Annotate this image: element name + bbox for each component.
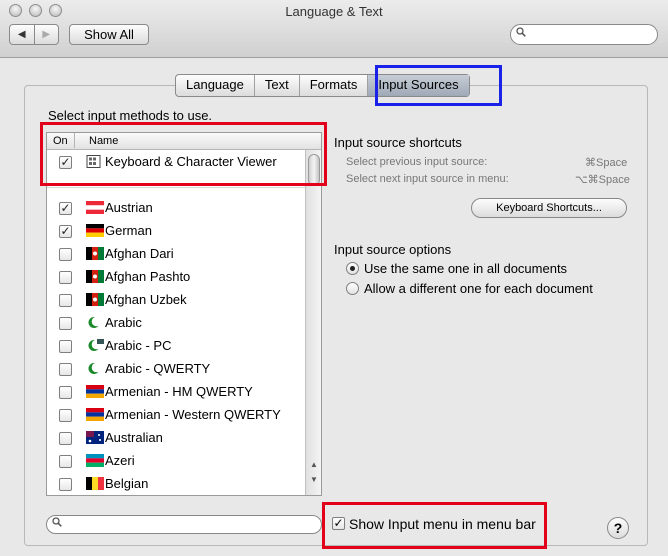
checkbox[interactable] — [59, 317, 72, 330]
show-all-button[interactable]: Show All — [69, 24, 149, 45]
input-methods-list: On Name ✓ Keyboard & Character Viewer ✓ … — [46, 132, 322, 496]
search-input[interactable] — [510, 24, 658, 45]
armenia-flag-icon — [86, 408, 104, 421]
search-icon — [516, 27, 526, 40]
australia-flag-icon — [86, 431, 104, 444]
options-heading: Input source options — [334, 242, 452, 257]
list-item-german[interactable]: ✓ German — [47, 220, 305, 243]
prev-source-label: Select previous input source: — [346, 156, 488, 168]
scroll-up-arrow-icon[interactable]: ▲ — [310, 460, 318, 469]
afghanistan-flag-icon — [86, 247, 104, 260]
prev-source-key: ⌘Space — [585, 157, 628, 169]
list-item-arabic-qwerty[interactable]: Arabic - QWERTY — [47, 358, 305, 381]
checkbox[interactable] — [59, 248, 72, 261]
forward-button[interactable]: ▶ — [33, 25, 59, 44]
checkbox[interactable] — [59, 478, 72, 491]
radio-different-label: Allow a different one for each document — [364, 281, 593, 296]
list-item-armenian-hm[interactable]: Armenian - HM QWERTY — [47, 381, 305, 404]
list-item-australian[interactable]: Australian — [47, 427, 305, 450]
belgium-flag-icon — [86, 477, 104, 490]
austria-flag-icon — [86, 201, 104, 214]
azerbaijan-flag-icon — [86, 454, 104, 467]
crescent-icon — [88, 316, 102, 328]
tab-text[interactable]: Text — [253, 75, 299, 96]
radio-same-all-documents[interactable] — [346, 262, 359, 275]
checkbox[interactable] — [59, 340, 72, 353]
help-button[interactable]: ? — [607, 517, 629, 539]
list-item-label: Australian — [105, 430, 163, 445]
nav-back-forward: ◀ ▶ — [9, 24, 59, 45]
checkbox[interactable] — [59, 409, 72, 422]
title-bar: Language & Text ◀ ▶ Show All — [0, 0, 668, 58]
crescent-icon — [88, 339, 104, 351]
checkbox[interactable] — [59, 294, 72, 307]
list-item-afghan-uzbek[interactable]: Afghan Uzbek — [47, 289, 305, 312]
list-item-label: Belgian — [105, 476, 149, 491]
list-item-label: Arabic - PC — [105, 338, 172, 353]
afghanistan-flag-icon — [86, 270, 104, 283]
checkbox[interactable]: ✓ — [59, 225, 72, 238]
shortcuts-heading: Input source shortcuts — [334, 135, 462, 150]
list-item-label: Afghan Dari — [105, 246, 174, 261]
list-item-label: Afghan Uzbek — [105, 292, 187, 307]
highlight-input-sources-tab — [375, 65, 502, 106]
highlight-show-input-menu — [322, 502, 547, 549]
scroll-down-arrow-icon[interactable]: ▼ — [310, 475, 318, 484]
preferences-window: Language & Text ◀ ▶ Show All Language Te… — [0, 0, 668, 556]
list-item-label: Azeri — [105, 453, 135, 468]
list-item-label: Austrian — [105, 200, 153, 215]
list-item-label: Arabic - QWERTY — [105, 361, 211, 376]
list-item-label: Armenian - Western QWERTY — [105, 407, 281, 422]
crescent-icon — [88, 362, 102, 374]
list-item-label: Armenian - HM QWERTY — [105, 384, 253, 399]
list-item-afghan-pashto[interactable]: Afghan Pashto — [47, 266, 305, 289]
list-item-label: Arabic — [105, 315, 142, 330]
radio-different-each-document[interactable] — [346, 282, 359, 295]
keyboard-shortcuts-button[interactable]: Keyboard Shortcuts... — [471, 198, 627, 218]
tab-language[interactable]: Language — [176, 75, 254, 96]
checkbox[interactable] — [59, 386, 72, 399]
list-item-label: Afghan Pashto — [105, 269, 191, 284]
list-item-label: German — [105, 223, 152, 238]
radio-same-label: Use the same one in all documents — [364, 261, 568, 276]
back-button[interactable]: ◀ — [10, 25, 34, 44]
checkbox[interactable] — [59, 455, 72, 468]
checkbox[interactable] — [59, 271, 72, 284]
list-item-armenian-western[interactable]: Armenian - Western QWERTY — [47, 404, 305, 427]
window-title: Language & Text — [285, 4, 383, 19]
checkbox[interactable] — [59, 363, 72, 376]
list-item-azeri[interactable]: Azeri — [47, 450, 305, 473]
list-item-austrian[interactable]: ✓ Austrian — [47, 197, 305, 220]
list-item-arabic-pc[interactable]: Arabic - PC — [47, 335, 305, 358]
search-icon — [52, 517, 62, 530]
afghanistan-flag-icon — [86, 293, 104, 306]
next-source-label: Select next input source in menu: — [346, 173, 509, 185]
tab-formats[interactable]: Formats — [298, 75, 368, 96]
armenia-flag-icon — [86, 385, 104, 398]
list-item-arabic[interactable]: Arabic — [47, 312, 305, 335]
germany-flag-icon — [86, 224, 104, 237]
next-source-key: ⌥⌘Space — [575, 174, 630, 186]
list-scrollbar[interactable]: ▲ ▼ — [305, 150, 321, 495]
checkbox[interactable] — [59, 432, 72, 445]
input-methods-instruction: Select input methods to use. — [48, 108, 213, 123]
list-item-belgian[interactable]: Belgian — [47, 473, 305, 495]
highlight-keyboard-viewer-row — [40, 122, 327, 186]
list-filter-input[interactable] — [46, 515, 322, 534]
list-item-afghan-dari[interactable]: Afghan Dari — [47, 243, 305, 266]
checkbox[interactable]: ✓ — [59, 202, 72, 215]
